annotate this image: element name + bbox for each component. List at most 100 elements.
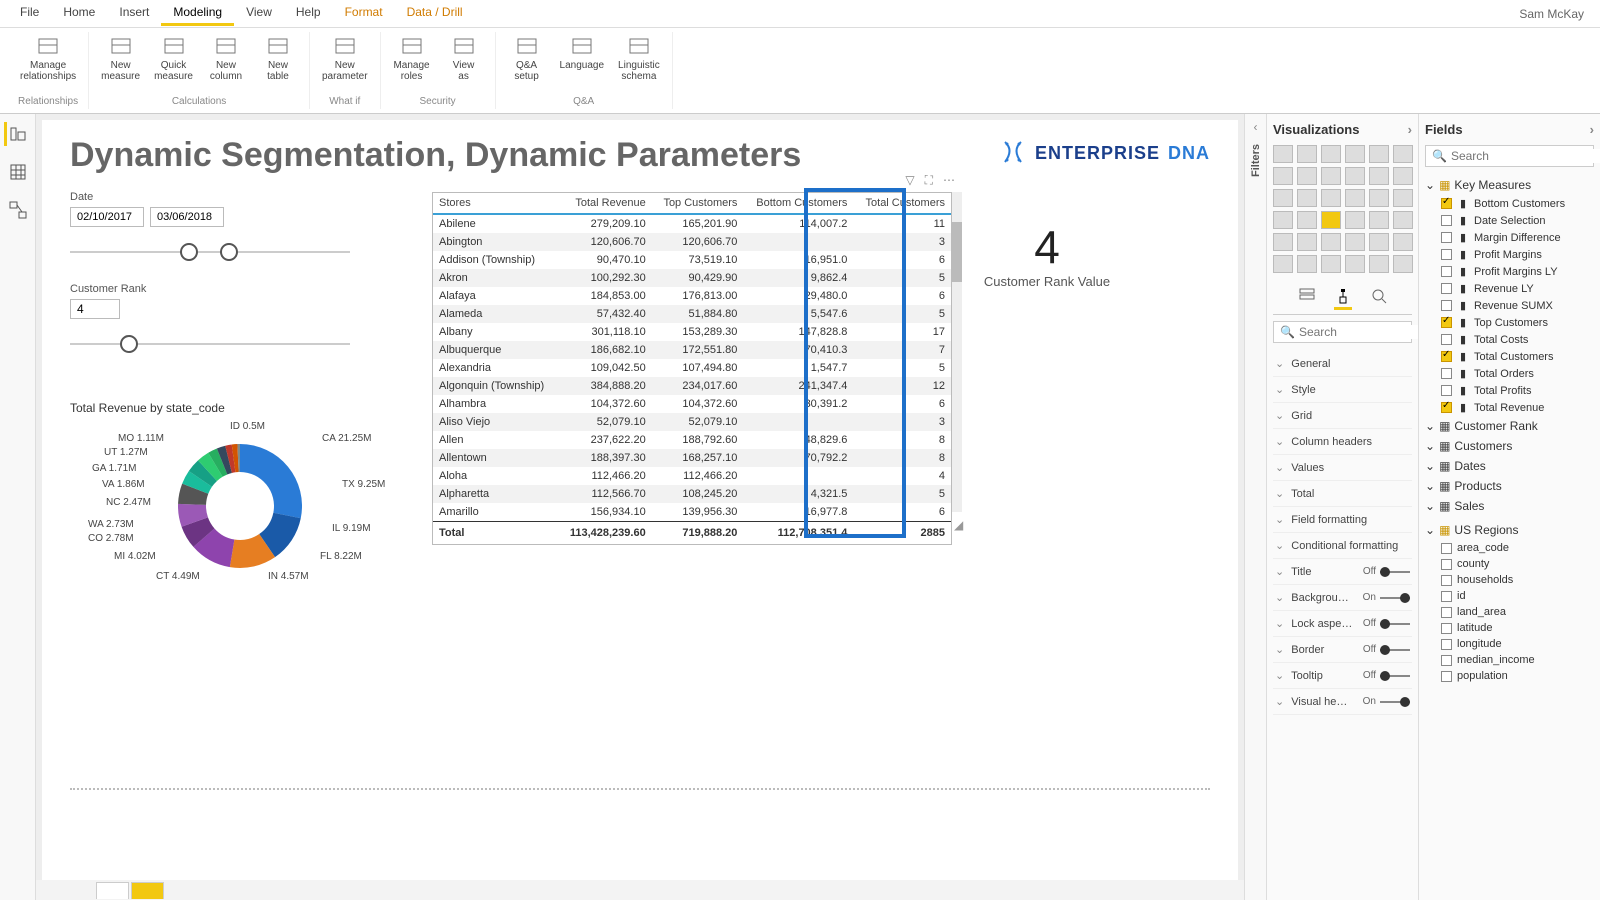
field-area_code[interactable]: area_code [1425, 540, 1594, 556]
field-households[interactable]: households [1425, 572, 1594, 588]
checkbox[interactable] [1441, 334, 1452, 345]
checkbox[interactable] [1441, 368, 1452, 379]
field-land_area[interactable]: land_area [1425, 604, 1594, 620]
filter-icon[interactable]: ▽ [905, 173, 914, 188]
viz-type-icon[interactable] [1345, 189, 1365, 207]
viz-type-icon[interactable] [1321, 189, 1341, 207]
data-view-icon[interactable] [6, 160, 30, 184]
table-row[interactable]: Alhambra104,372.60104,372.6030,391.26 [433, 395, 951, 413]
table-row[interactable]: Alexandria109,042.50107,494.801,547.75 [433, 359, 951, 377]
format-toggle-border[interactable]: ⌄ BorderOff [1273, 637, 1412, 663]
page-tab-1[interactable] [96, 882, 129, 899]
viz-type-icon[interactable] [1345, 167, 1365, 185]
rank-input[interactable] [70, 299, 120, 319]
field-bottom-customers[interactable]: ▮Bottom Customers [1425, 195, 1594, 212]
field-revenue-ly[interactable]: ▮Revenue LY [1425, 280, 1594, 297]
viz-type-icon[interactable] [1369, 233, 1389, 251]
viz-type-icon[interactable] [1297, 211, 1317, 229]
format-section-values[interactable]: ⌄ Values [1273, 455, 1412, 481]
table-row[interactable]: Allentown188,397.30168,257.1070,792.28 [433, 449, 951, 467]
donut-slice[interactable] [240, 444, 302, 518]
slider-thumb-end[interactable] [220, 243, 238, 261]
viz-type-icon[interactable] [1369, 145, 1389, 163]
format-section-column-headers[interactable]: ⌄ Column headers [1273, 429, 1412, 455]
toggle-switch[interactable] [1380, 645, 1410, 655]
format-toggle-lock-aspe-[interactable]: ⌄ Lock aspe…Off [1273, 611, 1412, 637]
checkbox[interactable] [1441, 623, 1452, 634]
viz-type-icon[interactable] [1369, 167, 1389, 185]
table-dates[interactable]: ⌄▦Dates [1425, 456, 1594, 476]
field-total-orders[interactable]: ▮Total Orders [1425, 365, 1594, 382]
format-toggle-title[interactable]: ⌄ TitleOff [1273, 559, 1412, 585]
viz-type-icon[interactable] [1297, 233, 1317, 251]
report-view-icon[interactable] [4, 122, 28, 146]
table-row[interactable]: Alpharetta112,566.70108,245.204,321.55 [433, 485, 951, 503]
viz-type-icon[interactable] [1393, 145, 1413, 163]
field-top-customers[interactable]: ▮Top Customers [1425, 314, 1594, 331]
menu-format[interactable]: Format [333, 1, 395, 26]
viz-type-icon[interactable] [1273, 167, 1293, 185]
viz-type-icon[interactable] [1393, 189, 1413, 207]
checkbox[interactable] [1441, 317, 1452, 328]
rank-slicer[interactable]: Customer Rank [70, 283, 370, 357]
viz-type-icon[interactable] [1345, 145, 1365, 163]
ribbon-new-column[interactable]: Newcolumn [203, 32, 249, 84]
viz-type-icon[interactable] [1297, 189, 1317, 207]
table-customer-rank[interactable]: ⌄▦Customer Rank [1425, 416, 1594, 436]
checkbox[interactable] [1441, 543, 1452, 554]
menu-modeling[interactable]: Modeling [161, 1, 234, 26]
toggle-switch[interactable] [1380, 567, 1410, 577]
checkbox[interactable] [1441, 607, 1452, 618]
table-header[interactable]: Total Customers [853, 193, 951, 214]
analytics-tab-icon[interactable] [1370, 287, 1388, 310]
viz-type-icon[interactable] [1345, 211, 1365, 229]
table-products[interactable]: ⌄▦Products [1425, 476, 1594, 496]
checkbox[interactable] [1441, 575, 1452, 586]
menu-file[interactable]: File [8, 1, 51, 26]
expand-filters-icon[interactable]: ‹ [1254, 120, 1258, 134]
table-row[interactable]: Albany301,118.10153,289.30147,828.817 [433, 323, 951, 341]
field-total-revenue[interactable]: ▮Total Revenue [1425, 399, 1594, 416]
viz-type-icon[interactable] [1297, 255, 1317, 273]
checkbox[interactable] [1441, 351, 1452, 362]
field-total-costs[interactable]: ▮Total Costs [1425, 331, 1594, 348]
checkbox[interactable] [1441, 215, 1452, 226]
field-margin-difference[interactable]: ▮Margin Difference [1425, 229, 1594, 246]
table-row[interactable]: Abilene279,209.10165,201.90114,007.211 [433, 214, 951, 233]
collapse-fields-icon[interactable]: › [1590, 122, 1594, 137]
table-header[interactable]: Stores [433, 193, 558, 214]
checkbox[interactable] [1441, 385, 1452, 396]
table-customers[interactable]: ⌄▦Customers [1425, 436, 1594, 456]
ribbon-new-table[interactable]: Newtable [255, 32, 301, 84]
key-measures-table[interactable]: ⌄ ▦ Key Measures [1425, 175, 1594, 195]
table-row[interactable]: Algonquin (Township)384,888.20234,017.60… [433, 377, 951, 395]
date-slider[interactable] [70, 241, 350, 265]
format-section-total[interactable]: ⌄ Total [1273, 481, 1412, 507]
table-header[interactable]: Top Customers [652, 193, 744, 214]
menu-home[interactable]: Home [51, 1, 107, 26]
scrollbar-thumb[interactable] [952, 222, 962, 282]
viz-type-icon[interactable] [1273, 145, 1293, 163]
viz-type-icon[interactable] [1369, 189, 1389, 207]
toggle-switch[interactable] [1380, 697, 1410, 707]
field-latitude[interactable]: latitude [1425, 620, 1594, 636]
menu-help[interactable]: Help [284, 1, 333, 26]
collapse-viz-icon[interactable]: › [1408, 122, 1412, 137]
menu-data-drill[interactable]: Data / Drill [395, 1, 475, 26]
checkbox[interactable] [1441, 232, 1452, 243]
viz-type-icon[interactable] [1393, 211, 1413, 229]
field-longitude[interactable]: longitude [1425, 636, 1594, 652]
checkbox[interactable] [1441, 283, 1452, 294]
filters-pane-collapsed[interactable]: ‹ Filters [1244, 114, 1266, 900]
slider-thumb-start[interactable] [180, 243, 198, 261]
ribbon-new-parameter[interactable]: Newparameter [318, 32, 372, 84]
format-section-grid[interactable]: ⌄ Grid [1273, 403, 1412, 429]
field-total-profits[interactable]: ▮Total Profits [1425, 382, 1594, 399]
report-canvas[interactable]: Dynamic Segmentation, Dynamic Parameters… [42, 120, 1238, 880]
viz-type-icon[interactable] [1393, 255, 1413, 273]
table-row[interactable]: Alafaya184,853.00176,813.0029,480.06 [433, 287, 951, 305]
ribbon-linguistic-schema[interactable]: Linguisticschema [614, 32, 664, 84]
focus-icon[interactable]: ⛶ [925, 173, 933, 188]
viz-type-icon[interactable] [1273, 233, 1293, 251]
field-median_income[interactable]: median_income [1425, 652, 1594, 668]
